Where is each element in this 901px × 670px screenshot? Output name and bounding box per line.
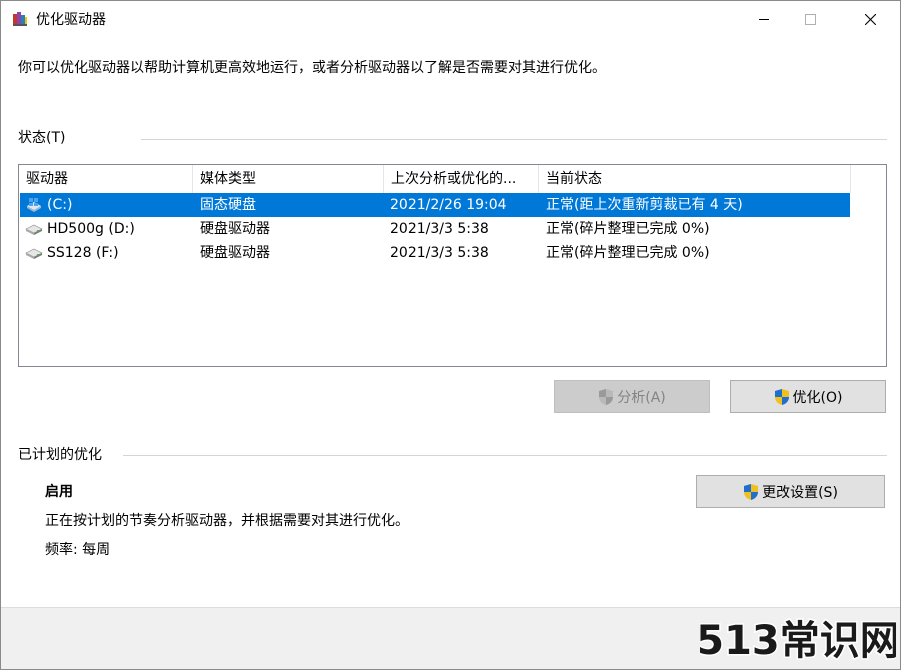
column-header-current-status[interactable]: 当前状态 bbox=[539, 165, 851, 193]
close-icon bbox=[865, 14, 876, 25]
last-run: 2021/3/3 5:38 bbox=[390, 221, 489, 237]
column-header-media-type[interactable]: 媒体类型 bbox=[193, 165, 384, 193]
analyze-button-label: 分析(A) bbox=[617, 389, 666, 406]
scheduled-group-header: 已计划的优化 bbox=[18, 445, 102, 465]
maximize-button[interactable] bbox=[787, 1, 833, 39]
optimize-drives-window: 优化驱动器 你可以优化驱动器以帮助计算机更高效地运行，或者分析驱动器以了解是否需… bbox=[0, 0, 901, 670]
table-row[interactable]: HD500g (D:) 硬盘驱动器 2021/3/3 5:38 正常(碎片整理已… bbox=[20, 217, 850, 241]
title-bar[interactable]: 优化驱动器 bbox=[1, 1, 900, 39]
last-run: 2021/3/3 5:38 bbox=[390, 245, 489, 261]
maximize-icon bbox=[805, 14, 816, 25]
watermark-text: 513常识网 bbox=[700, 618, 896, 664]
current-status: 正常(碎片整理已完成 0%) bbox=[546, 245, 710, 261]
scheduled-group-divider bbox=[123, 455, 887, 456]
schedule-state: 启用 bbox=[45, 484, 73, 500]
uac-shield-icon bbox=[774, 388, 789, 405]
media-type: 硬盘驱动器 bbox=[200, 221, 270, 237]
optimize-button[interactable]: 优化(O) bbox=[730, 380, 886, 413]
current-status: 正常(距上次重新剪裁已有 4 天) bbox=[546, 197, 743, 213]
schedule-frequency: 频率: 每周 bbox=[45, 542, 111, 558]
minimize-button[interactable] bbox=[741, 1, 787, 39]
windows-drive-icon bbox=[27, 198, 41, 212]
last-run: 2021/2/26 19:04 bbox=[390, 197, 507, 213]
hard-drive-icon bbox=[25, 224, 43, 235]
site-watermark: 513常识网 bbox=[700, 617, 896, 666]
table-row[interactable]: (C:) 固态硬盘 2021/2/26 19:04 正常(距上次重新剪裁已有 4… bbox=[20, 193, 850, 217]
drive-name: HD500g (D:) bbox=[47, 221, 135, 237]
uac-shield-icon bbox=[744, 483, 759, 500]
minimize-icon bbox=[759, 19, 769, 20]
window-title: 优化驱动器 bbox=[36, 12, 106, 28]
defrag-app-icon bbox=[13, 12, 27, 26]
close-button[interactable] bbox=[847, 1, 893, 39]
current-status: 正常(碎片整理已完成 0%) bbox=[546, 221, 710, 237]
drives-list[interactable]: 驱动器 媒体类型 上次分析或优化的... 当前状态 (C:) 固态硬盘 2021… bbox=[18, 164, 887, 367]
change-settings-button[interactable]: 更改设置(S) bbox=[696, 475, 885, 508]
uac-shield-icon bbox=[599, 388, 614, 405]
schedule-description: 正在按计划的节奏分析驱动器，并根据需要对其进行优化。 bbox=[45, 513, 409, 529]
hard-drive-icon bbox=[25, 248, 43, 259]
column-header-drive[interactable]: 驱动器 bbox=[19, 165, 193, 193]
optimize-button-label: 优化(O) bbox=[792, 389, 843, 406]
intro-text: 你可以优化驱动器以帮助计算机更高效地运行，或者分析驱动器以了解是否需要对其进行优… bbox=[18, 60, 606, 76]
status-group-divider bbox=[141, 139, 887, 140]
change-settings-button-label: 更改设置(S) bbox=[762, 484, 838, 501]
column-header-last-run[interactable]: 上次分析或优化的... bbox=[384, 165, 539, 193]
table-row[interactable]: SS128 (F:) 硬盘驱动器 2021/3/3 5:38 正常(碎片整理已完… bbox=[20, 241, 850, 265]
drive-name: SS128 (F:) bbox=[47, 245, 119, 261]
analyze-button[interactable]: 分析(A) bbox=[554, 380, 710, 413]
status-group-header: 状态(T) bbox=[18, 128, 66, 148]
media-type: 硬盘驱动器 bbox=[200, 245, 270, 261]
drive-name: (C:) bbox=[47, 197, 73, 213]
media-type: 固态硬盘 bbox=[200, 197, 256, 213]
drives-list-header: 驱动器 媒体类型 上次分析或优化的... 当前状态 bbox=[19, 165, 886, 193]
